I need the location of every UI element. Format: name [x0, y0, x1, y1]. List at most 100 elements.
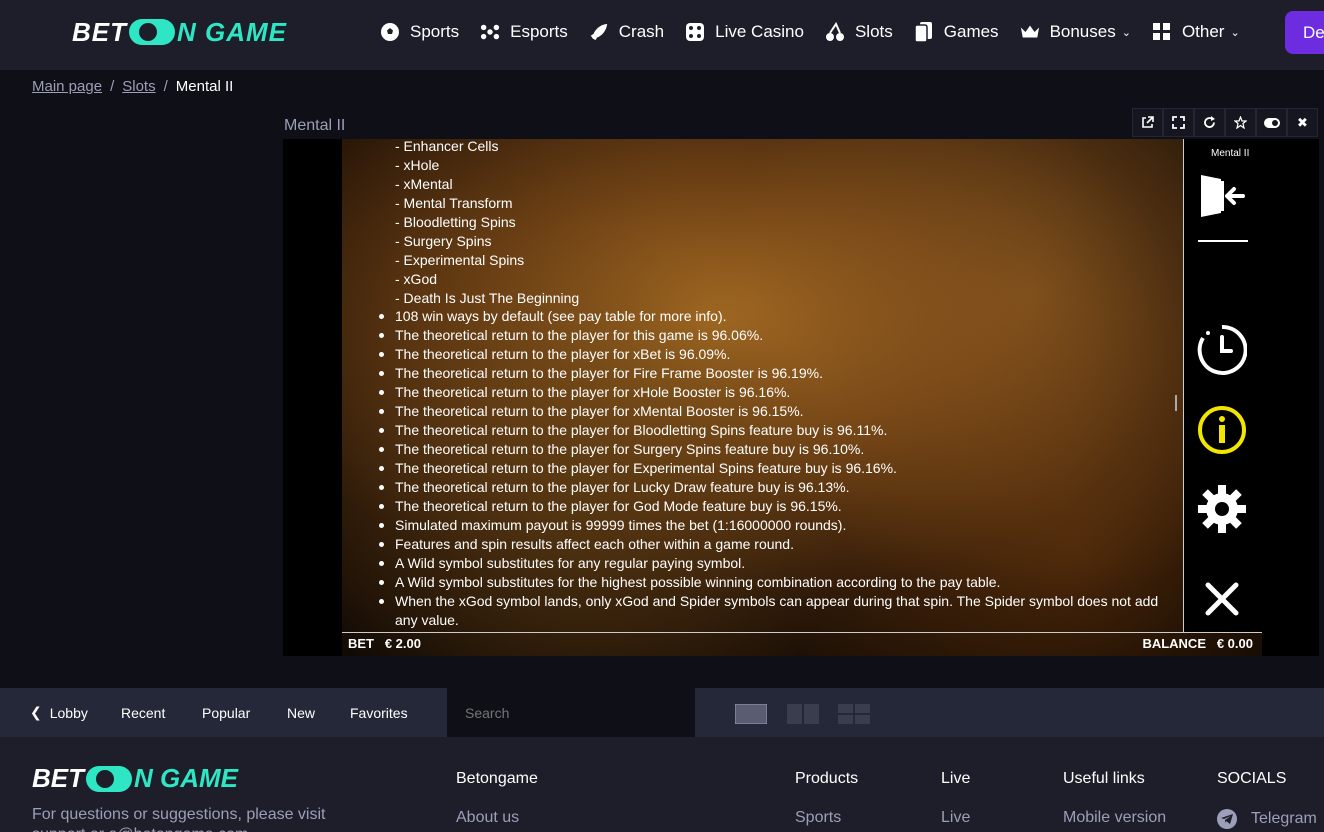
lobby-label: Lobby — [49, 704, 88, 721]
lobby-button[interactable]: ❮ Lobby — [30, 688, 88, 737]
breadcrumb-home[interactable]: Main page — [32, 78, 102, 95]
logo-toggle-icon — [86, 765, 132, 792]
footer-link-about[interactable]: About us — [456, 809, 519, 827]
feature-item: - xMental — [395, 176, 453, 192]
rule-item: Simulated maximum payout is 99999 times … — [379, 516, 1175, 535]
nav-sports[interactable]: Sports — [380, 22, 459, 42]
nav-other[interactable]: Other ⌄ — [1152, 22, 1240, 42]
tab-recent[interactable]: Recent — [121, 688, 165, 737]
nav-slots[interactable]: Slots — [825, 22, 893, 42]
telegram-icon — [1217, 809, 1237, 829]
double-view-icon[interactable] — [787, 704, 819, 724]
brand-logo[interactable]: BET N GAME — [72, 17, 287, 47]
rule-item: The theoretical return to the player for… — [379, 421, 1175, 440]
telegram-label: Telegram — [1251, 810, 1317, 827]
nav-label: Sports — [410, 22, 460, 41]
chevron-left-icon: ❮ — [30, 704, 42, 720]
tab-favorites[interactable]: Favorites — [350, 688, 408, 737]
nav-esports[interactable]: Esports — [480, 22, 568, 42]
bet-label: BET — [348, 636, 374, 651]
chevron-down-icon: ⌄ — [1230, 26, 1240, 39]
external-link-icon[interactable] — [1132, 108, 1163, 137]
logo-toggle-icon — [129, 19, 175, 45]
rule-item: Features and spin results affect each ot… — [379, 535, 1175, 554]
divider — [1198, 240, 1248, 242]
search-input[interactable] — [465, 704, 665, 721]
bet-display: BET € 2.00 — [348, 636, 421, 651]
nav-games[interactable]: Games — [914, 22, 999, 43]
rule-item: A Wild symbol substitutes for any regula… — [379, 554, 1175, 573]
chevron-down-icon: ⌄ — [1121, 26, 1131, 39]
top-header: BET N GAME Sports Esports Crash Live Cas… — [0, 0, 1324, 70]
search-box — [447, 688, 695, 737]
footer-col-title: Useful links — [1063, 770, 1145, 787]
info-icon[interactable] — [1196, 404, 1248, 456]
nav-label: Games — [943, 22, 999, 41]
feature-list: - Enhancer Cells - xHole - xMental - Mental… — [395, 139, 579, 308]
refresh-icon[interactable] — [1194, 108, 1225, 137]
footer-col-title: SOCIALS — [1217, 770, 1287, 787]
nav-live-casino[interactable]: Live Casino — [685, 22, 804, 42]
bet-value: € 2.00 — [384, 636, 421, 651]
feature-item: - Death Is Just The Beginning — [395, 290, 580, 306]
footer-col-title: Live — [941, 770, 971, 787]
gamepad-icon — [480, 22, 500, 42]
rule-item: The theoretical return to the player for… — [379, 478, 1175, 497]
soccer-ball-icon — [380, 22, 400, 42]
main-nav: Sports Esports Crash Live Casino Slots G… — [380, 0, 1261, 64]
nav-label: Slots — [854, 22, 893, 41]
nav-bonuses[interactable]: Bonuses ⌄ — [1020, 22, 1131, 42]
game-toolbar: ✖ — [1132, 108, 1318, 137]
logo-text-right: N GAME — [177, 16, 287, 47]
footer-link-live[interactable]: Live — [941, 809, 970, 827]
rule-item: The theoretical return to the player for… — [379, 345, 1175, 364]
logo-text-left: BET — [72, 16, 127, 47]
rule-item: The theoretical return to the player for… — [379, 402, 1175, 421]
history-clock-icon[interactable] — [1196, 324, 1248, 376]
feature-item: - Bloodletting Spins — [395, 214, 516, 230]
side-game-title: Mental II — [1211, 148, 1250, 159]
feature-item: - Surgery Spins — [395, 233, 492, 249]
balance-value: € 0.00 — [1216, 636, 1253, 651]
divider — [342, 632, 1262, 633]
footer-col-title: Betongame — [456, 770, 538, 787]
rule-item: When the xGod symbol lands, only xGod an… — [379, 592, 1175, 630]
breadcrumb-separator: / — [163, 78, 168, 95]
footer-link-sports[interactable]: Sports — [795, 809, 841, 827]
rule-item: The theoretical return to the player for… — [379, 459, 1175, 478]
close-info-icon[interactable] — [1196, 573, 1248, 625]
footer-link-mobile[interactable]: Mobile version — [1063, 809, 1166, 827]
cherry-icon — [825, 22, 845, 42]
game-title: Mental II — [284, 117, 346, 134]
balance-display: BALANCE € 0.00 — [1142, 636, 1253, 651]
rocket-icon — [589, 22, 609, 42]
close-icon[interactable]: ✖ — [1287, 108, 1318, 137]
breadcrumb: Main page / Slots / Mental II — [32, 78, 233, 95]
toggle-icon[interactable] — [1256, 108, 1287, 137]
deposit-button[interactable]: Depo — [1285, 11, 1324, 54]
scrollbar-thumb[interactable] — [1175, 395, 1177, 411]
exit-game-icon[interactable] — [1196, 170, 1248, 222]
rule-item: The theoretical return to the player for… — [379, 326, 1175, 345]
nav-crash[interactable]: Crash — [589, 22, 664, 42]
footer-logo[interactable]: BET N GAME — [32, 763, 238, 794]
star-icon[interactable] — [1225, 108, 1256, 137]
fullscreen-icon[interactable] — [1163, 108, 1194, 137]
grid-icon — [1152, 22, 1172, 42]
rule-item: The theoretical return to the player for… — [379, 497, 1175, 516]
game-info-panel: - Enhancer Cells - xHole - xMental - Mental… — [342, 139, 1180, 632]
nav-label: Other — [1181, 22, 1225, 41]
tab-popular[interactable]: Popular — [202, 688, 250, 737]
footer-link-telegram[interactable]: Telegram — [1217, 809, 1317, 829]
breadcrumb-slots[interactable]: Slots — [122, 78, 155, 95]
footer: BET N GAME For questions or suggestions,… — [0, 737, 1324, 832]
tab-new[interactable]: New — [287, 688, 315, 737]
crown-icon — [1020, 22, 1040, 42]
single-view-icon[interactable] — [734, 703, 768, 725]
nav-label: Esports — [510, 22, 568, 41]
quad-view-icon[interactable] — [838, 704, 870, 724]
game-frame: - Enhancer Cells - xHole - xMental - Mental… — [283, 139, 1319, 656]
logo-text-right: N GAME — [134, 763, 238, 793]
rule-item: The theoretical return to the player for… — [379, 440, 1175, 459]
settings-gear-icon[interactable] — [1196, 483, 1248, 535]
